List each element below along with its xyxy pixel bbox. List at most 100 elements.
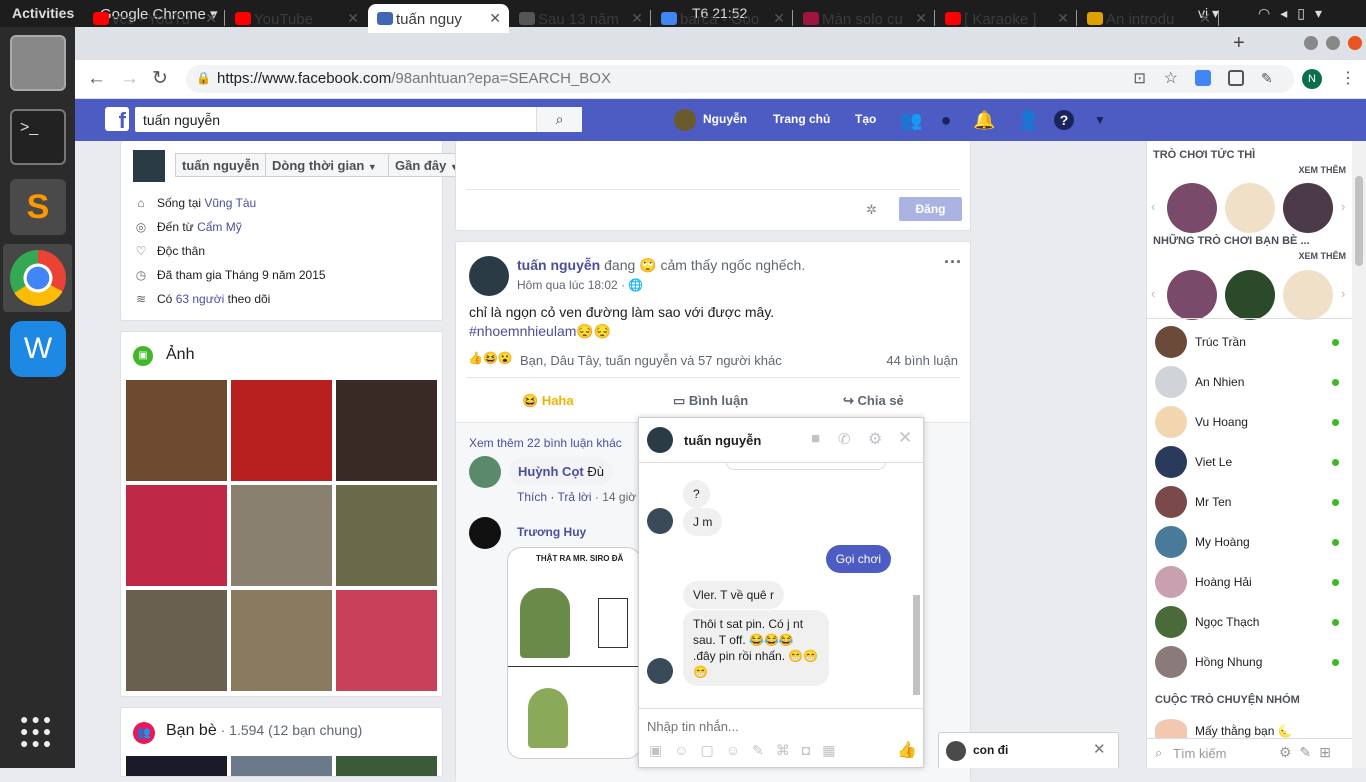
search-icon[interactable]: ⌕: [536, 107, 582, 132]
contact-item[interactable]: My Hoàng: [1155, 523, 1345, 563]
extension-icon[interactable]: [1228, 70, 1244, 86]
chevron-right-icon[interactable]: ›: [1341, 199, 1345, 214]
messenger-icon[interactable]: ●: [936, 110, 956, 130]
comment-button[interactable]: ▭ Bình luận: [673, 393, 748, 409]
close-chat-icon[interactable]: ✕: [898, 428, 912, 448]
profile-avatar[interactable]: N: [1302, 69, 1322, 89]
post-hashtag[interactable]: #nhoemnhieulam😔😔: [469, 323, 611, 340]
game-avatar[interactable]: [1167, 183, 1217, 233]
back-icon[interactable]: ←: [87, 68, 106, 90]
tab-2[interactable]: YouTube ✕: [226, 4, 367, 33]
photo-thumb[interactable]: [126, 380, 227, 481]
find-friends-icon[interactable]: 👤: [1017, 110, 1039, 130]
close-tab-icon[interactable]: ✕: [347, 10, 359, 27]
game-avatar[interactable]: [1225, 183, 1275, 233]
close-tab-icon[interactable]: ✕: [773, 10, 785, 27]
see-more-link-2[interactable]: XEM THÊM: [1298, 251, 1346, 261]
chat-settings-icon[interactable]: ⚙: [868, 429, 882, 449]
commenter-name[interactable]: Huỳnh Cọt: [518, 464, 584, 479]
friend-requests-icon[interactable]: 👥: [900, 110, 922, 130]
tab-3[interactable]: tuấn nguy ✕: [368, 4, 509, 33]
lock-icon[interactable]: 🔒: [196, 71, 211, 85]
translate-icon[interactable]: ⊡: [1133, 69, 1146, 87]
friends-title-label[interactable]: Bạn bè: [166, 722, 217, 739]
sublime-text-icon[interactable]: S: [10, 179, 66, 235]
more-comments-link[interactable]: Xem thêm 22 bình luận khác: [469, 436, 622, 450]
post-options-icon[interactable]: ···: [944, 252, 962, 273]
comment-reply[interactable]: Trả lời: [557, 490, 591, 504]
contact-item[interactable]: Viet Le: [1155, 443, 1345, 483]
post-time[interactable]: Hôm qua lúc 18:02 · 🌐: [517, 278, 643, 292]
photo-thumb[interactable]: [336, 485, 437, 586]
new-tab-button[interactable]: +: [1233, 32, 1245, 55]
close-tab-icon[interactable]: ✕: [1057, 10, 1069, 27]
close-tab-icon[interactable]: ✕: [631, 10, 643, 27]
group-avatar[interactable]: [1155, 719, 1187, 739]
tab-4[interactable]: Sau 13 năm ✕: [510, 4, 651, 33]
share-button[interactable]: ↪ Chia sẻ: [843, 393, 904, 409]
minimize-icon[interactable]: [1304, 36, 1318, 50]
friend-thumb[interactable]: [231, 756, 332, 776]
photo-thumb[interactable]: [126, 590, 227, 691]
comment-like[interactable]: Thích: [517, 490, 547, 504]
group-name[interactable]: Mấy thằng bạn 🌜: [1195, 724, 1293, 738]
commenter-avatar[interactable]: [469, 456, 501, 488]
photo-thumb[interactable]: [336, 380, 437, 481]
chat-attachment-icons[interactable]: ▣☺▢☺✎⌘◘▦: [649, 742, 847, 759]
game-avatar[interactable]: [1283, 183, 1333, 233]
sidebar-action-icons[interactable]: ⚙✎⊞: [1279, 744, 1339, 761]
activities-button[interactable]: Activities: [12, 5, 74, 21]
chat-scrollbar-thumb[interactable]: [913, 595, 920, 695]
photo-thumb[interactable]: [231, 380, 332, 481]
close-tab-icon[interactable]: ✕: [915, 10, 927, 27]
help-icon[interactable]: ?: [1054, 110, 1074, 130]
tab-1[interactable]: vcs - YouTu ✕: [84, 4, 225, 33]
facebook-logo-icon[interactable]: f: [105, 107, 129, 133]
show-apps-icon[interactable]: ●●● ●●● ●●●: [20, 712, 56, 750]
contact-item[interactable]: Trúc Trần: [1155, 323, 1345, 363]
comment-count[interactable]: 44 bình luận: [886, 353, 958, 368]
search-input[interactable]: [135, 107, 535, 132]
tab-8[interactable]: An introdu ✕: [1078, 4, 1219, 33]
system-tray-icons[interactable]: ◠◂▯▾: [1258, 5, 1332, 22]
user-avatar[interactable]: [674, 109, 696, 131]
phone-icon[interactable]: ✆: [838, 430, 851, 448]
contact-item[interactable]: Mr Ten: [1155, 483, 1345, 523]
bookmark-star-icon[interactable]: ☆: [1164, 68, 1178, 88]
photo-thumb[interactable]: [231, 590, 332, 691]
nav-home[interactable]: Trang chủ: [773, 112, 830, 126]
post-author[interactable]: tuấn nguyễn: [517, 257, 600, 273]
wps-icon[interactable]: W: [10, 321, 66, 377]
chat-scrollbar[interactable]: [912, 465, 921, 705]
intro-link[interactable]: Cẩm Mỹ: [197, 220, 242, 234]
maximize-icon[interactable]: [1326, 36, 1340, 50]
settings-icon[interactable]: ✲: [866, 202, 877, 218]
chevron-left-icon[interactable]: ‹: [1151, 199, 1155, 214]
reactors-text[interactable]: Bạn, Dâu Tây, tuấn nguyễn và 57 người kh…: [520, 353, 782, 368]
chat-tab[interactable]: con đi ✕: [938, 732, 1119, 768]
video-call-icon[interactable]: ■: [811, 430, 820, 447]
reload-icon[interactable]: ↻: [152, 67, 168, 90]
nav-user[interactable]: Nguyễn: [703, 112, 747, 126]
game-avatar[interactable]: [1225, 270, 1275, 320]
close-tab-icon[interactable]: ✕: [489, 10, 501, 27]
notifications-icon[interactable]: 🔔: [973, 110, 995, 130]
tab-7[interactable]: [ Karaoke ] ✕: [936, 4, 1077, 33]
account-menu-icon[interactable]: ▼: [1090, 110, 1110, 130]
game-avatar[interactable]: [1167, 270, 1217, 320]
extension-pen-icon[interactable]: ✎: [1261, 70, 1277, 86]
photos-title[interactable]: Ảnh: [166, 346, 194, 364]
contact-item[interactable]: Hồng Nhung: [1155, 643, 1345, 683]
commenter-avatar[interactable]: [469, 517, 501, 549]
contact-item[interactable]: An Nhien: [1155, 363, 1345, 403]
photo-thumb[interactable]: [336, 590, 437, 691]
friend-thumb[interactable]: [126, 756, 227, 776]
timeline-chip[interactable]: Dòng thời gian ▼: [265, 153, 389, 177]
message-input[interactable]: [647, 716, 907, 736]
address-bar[interactable]: 🔒 https://www.facebook.com/98anhtuan?epa…: [186, 65, 1294, 93]
like-icon[interactable]: 👍: [897, 740, 917, 760]
photo-thumb[interactable]: [231, 485, 332, 586]
contact-item[interactable]: Hoàng Hải: [1155, 563, 1345, 603]
reaction-icons[interactable]: 👍😆😮: [468, 351, 513, 365]
chevron-left-icon[interactable]: ‹: [1151, 286, 1155, 301]
